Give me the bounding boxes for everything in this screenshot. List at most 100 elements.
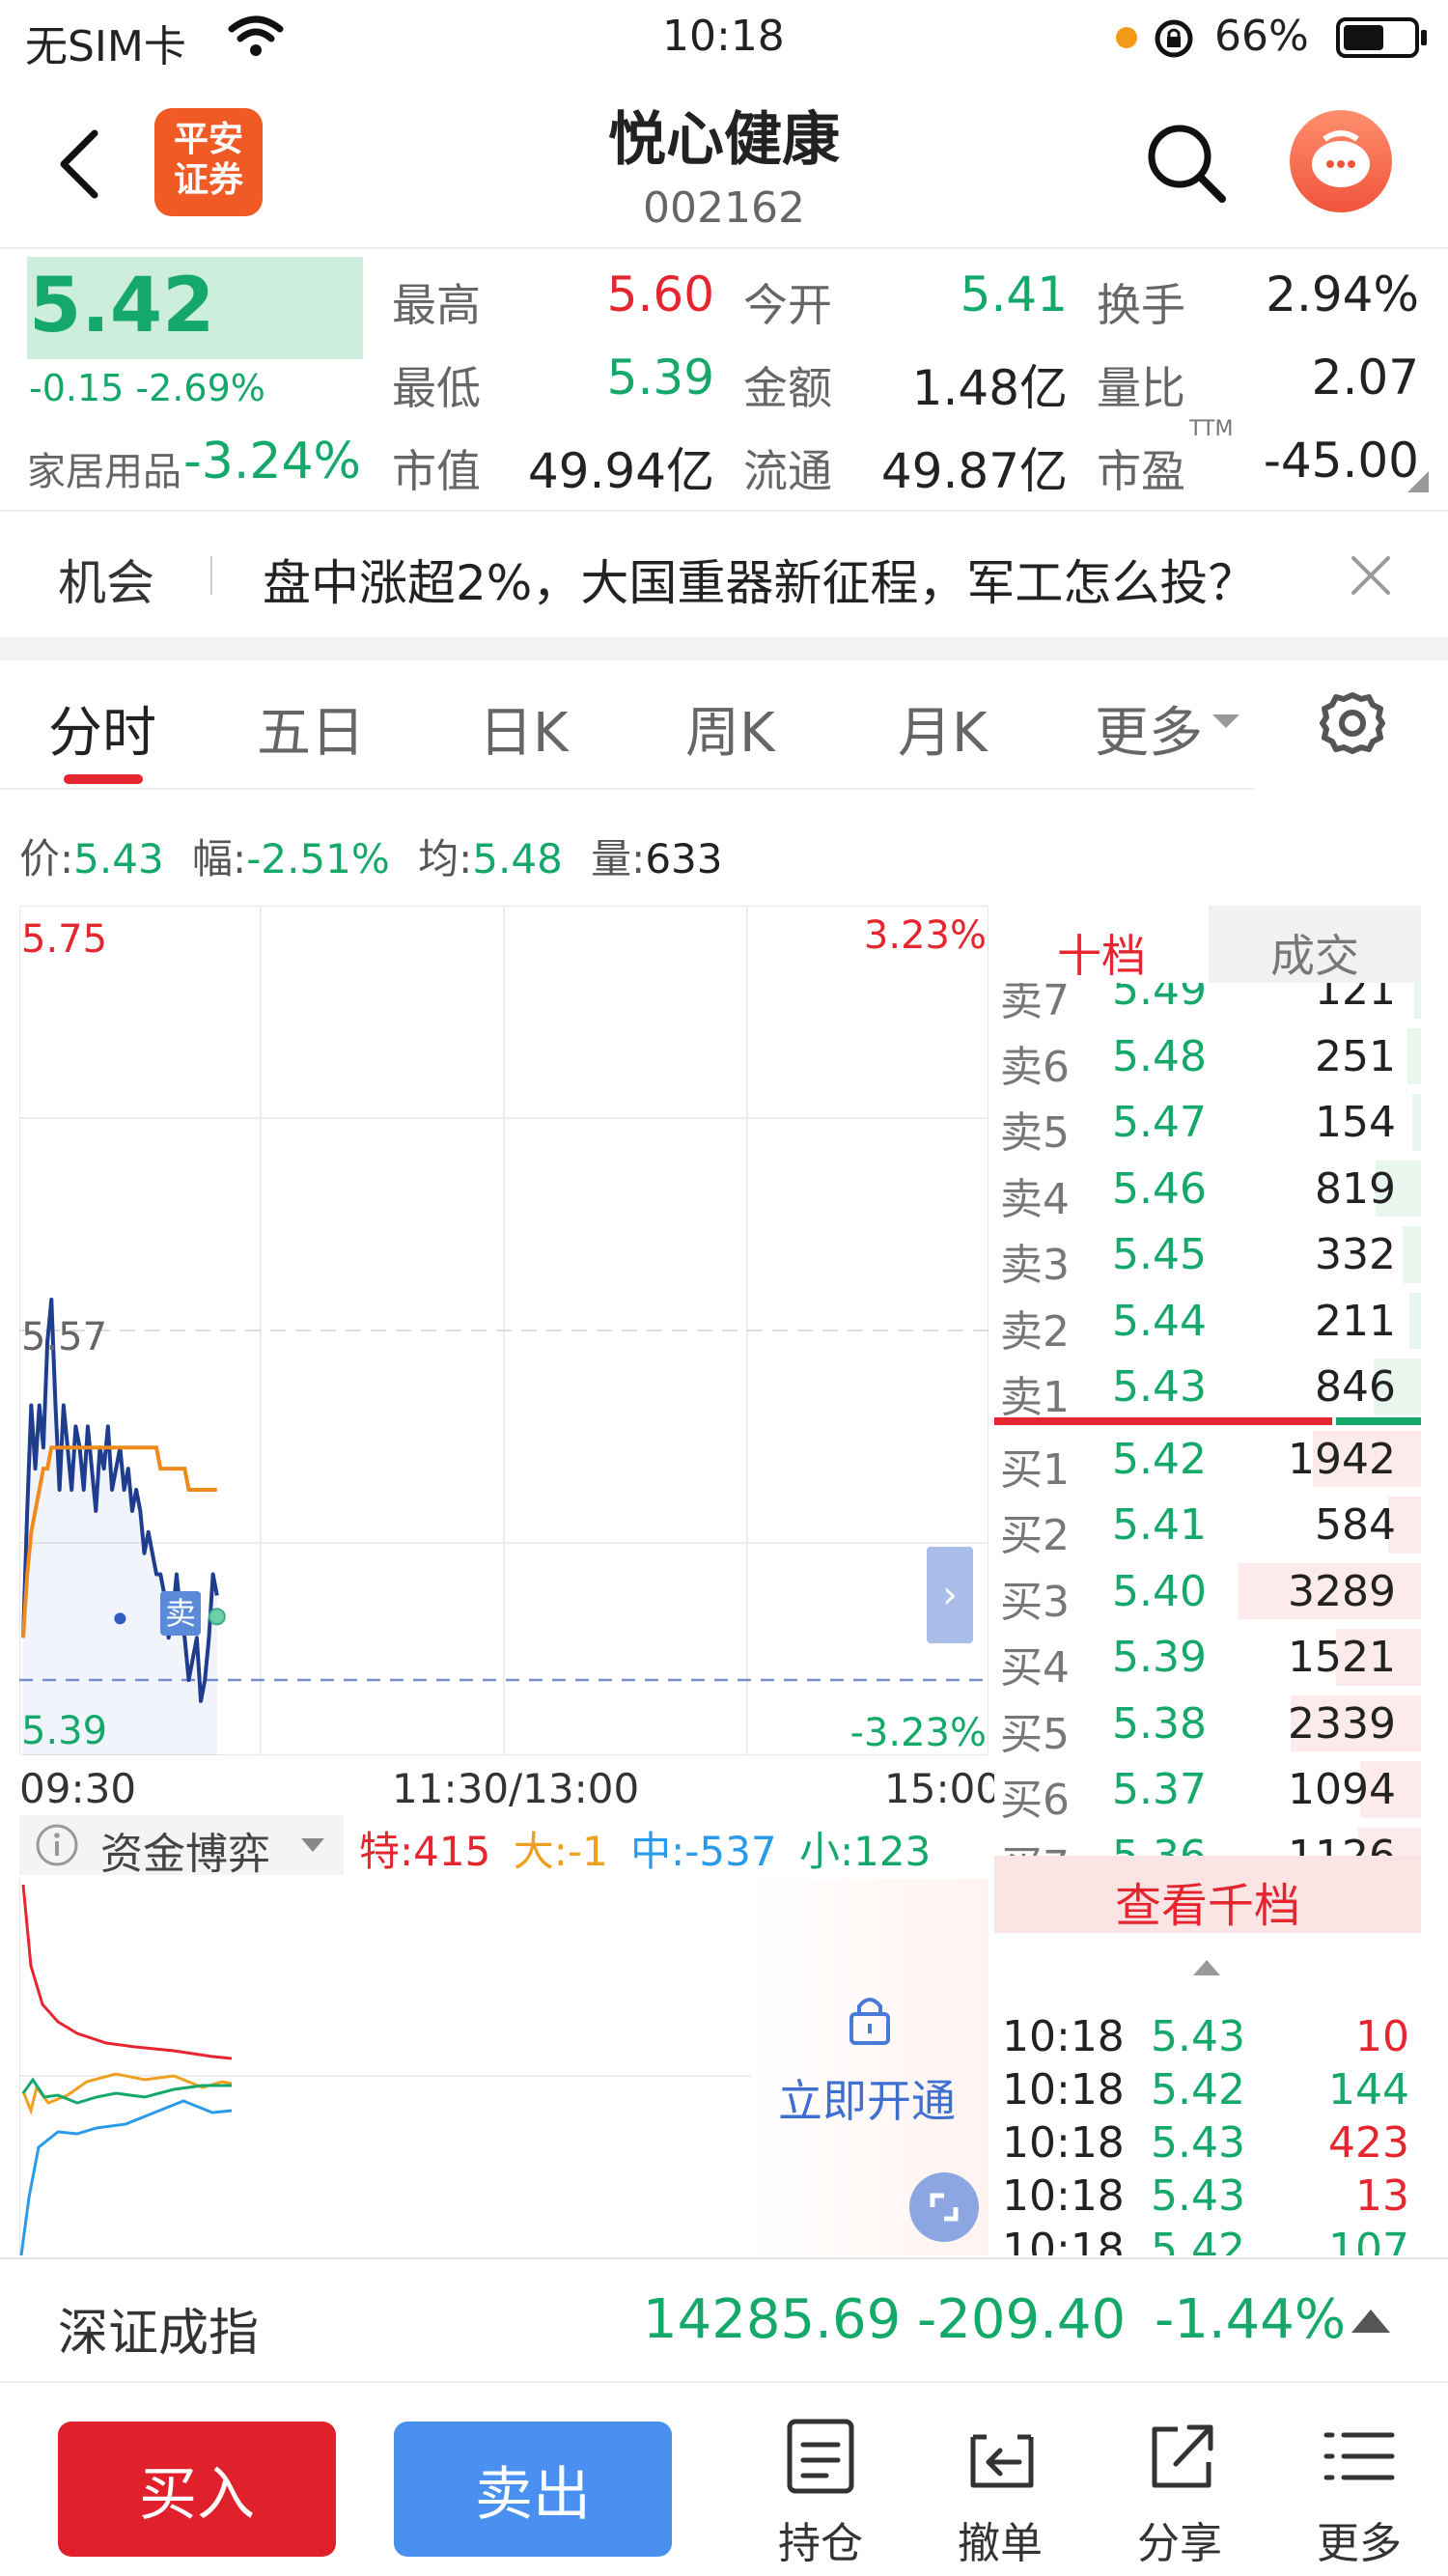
- share-label: 分享: [1137, 2519, 1222, 2568]
- tab-monthly-k[interactable]: 月K: [898, 689, 988, 768]
- ask-row[interactable]: 卖6 5.48 251: [994, 1022, 1421, 1092]
- tab-intraday[interactable]: 分时: [48, 689, 156, 768]
- expand-chevron-right-icon[interactable]: ›: [927, 1547, 973, 1643]
- broker-logo-line1: 平安: [173, 120, 243, 159]
- bid-row[interactable]: 买3 5.40 3289: [994, 1557, 1421, 1627]
- unlock-button[interactable]: 立即开通: [778, 2066, 956, 2130]
- tab-five-day[interactable]: 五日: [257, 689, 365, 768]
- crosshair-amp: -2.51%: [246, 835, 390, 882]
- bid-row[interactable]: 买6 5.37 1094: [994, 1755, 1421, 1825]
- chat-bot-icon: [1312, 130, 1370, 187]
- level-label: 卖2: [1000, 1306, 1070, 1357]
- ask-row[interactable]: 卖7 5.49 121: [994, 983, 1421, 1025]
- tick-volume: 10: [1355, 2012, 1409, 2061]
- index-value: 14285.69: [643, 2288, 902, 2351]
- assistant-avatar[interactable]: [1290, 110, 1392, 212]
- tick-volume: 423: [1328, 2118, 1409, 2168]
- level-price: 5.44: [1112, 1296, 1207, 1346]
- fund-xiao: 123: [853, 1828, 932, 1875]
- crosshair-amp-label: 幅:: [192, 835, 247, 882]
- order-book-rows: 卖7 5.49 121 卖6 5.48 251 卖5 5.47 154 卖4 5.46 819 卖3 5.…: [994, 983, 1421, 1862]
- fund-zhong: -537: [684, 1828, 777, 1875]
- fund-te: 415: [413, 1828, 491, 1875]
- ask-row[interactable]: 卖5 5.47 154: [994, 1088, 1421, 1158]
- crosshair-vol: 633: [645, 835, 723, 882]
- fund-te-label: 特:: [359, 1828, 414, 1875]
- news-tag: 机会: [58, 555, 154, 611]
- news-headline[interactable]: 盘中涨超2%，大国重器新征程，军工怎么投？: [263, 545, 1256, 614]
- level-label: 卖4: [1000, 1174, 1070, 1224]
- level-label: 买6: [1000, 1776, 1070, 1825]
- crosshair-price: 5.43: [73, 835, 164, 882]
- scroll-up-icon[interactable]: [1193, 1960, 1220, 1975]
- tab-trades[interactable]: 成交: [1209, 906, 1421, 983]
- back-icon[interactable]: [56, 127, 102, 201]
- y-mid-price: 5.57: [21, 1315, 108, 1359]
- ask-row[interactable]: 卖1 5.43 846: [994, 1353, 1421, 1422]
- more-button[interactable]: 更多: [1292, 2414, 1427, 2568]
- bid-row[interactable]: 买2 5.41 584: [994, 1491, 1421, 1560]
- open-value: 5.41: [960, 266, 1068, 322]
- share-button[interactable]: 分享: [1112, 2414, 1247, 2568]
- high-label: 最高: [392, 279, 481, 331]
- close-icon[interactable]: [1348, 552, 1394, 599]
- volume-bar: [1414, 983, 1421, 1019]
- fullscreen-button[interactable]: [909, 2172, 979, 2242]
- crosshair-price-label: 价:: [19, 835, 74, 882]
- buy-button[interactable]: 买入: [58, 2422, 336, 2557]
- search-icon[interactable]: [1145, 122, 1228, 205]
- level-volume: 2339: [1288, 1698, 1396, 1749]
- level-label: 卖6: [1000, 1042, 1070, 1092]
- bid-row[interactable]: 买5 5.38 2339: [994, 1690, 1421, 1759]
- level-volume: 1942: [1288, 1434, 1396, 1484]
- ask-row[interactable]: 卖2 5.44 211: [994, 1287, 1421, 1357]
- document-icon: [787, 2419, 854, 2494]
- industry-name[interactable]: 家居用品: [27, 440, 181, 496]
- sell-button[interactable]: 卖出: [394, 2422, 672, 2557]
- fund-label[interactable]: 资金博弈: [100, 1819, 270, 1881]
- positions-button[interactable]: 持仓: [753, 2414, 888, 2568]
- index-name[interactable]: 深证成指: [58, 2292, 259, 2365]
- open-label: 今开: [743, 279, 832, 331]
- volume-bar: [1412, 1094, 1421, 1151]
- view-depth-label: 查看千档: [1114, 1879, 1300, 1933]
- tab-more[interactable]: 更多: [1095, 689, 1203, 768]
- broker-logo[interactable]: 平安 证券: [154, 108, 263, 216]
- trade-point-dot: [114, 1612, 126, 1625]
- tab-ten-level[interactable]: 十档: [994, 906, 1209, 983]
- info-icon[interactable]: [35, 1823, 79, 1867]
- level-label: 卖3: [1000, 1241, 1070, 1290]
- level-label: 买5: [1000, 1709, 1070, 1759]
- tick-price: 5.43: [1151, 2012, 1245, 2061]
- list-menu-icon: [1323, 2432, 1395, 2480]
- view-depth-button[interactable]: 查看千档: [994, 1856, 1421, 1933]
- ask-row[interactable]: 卖3 5.45 332: [994, 1220, 1421, 1290]
- tab-active-indicator: [64, 774, 143, 784]
- low-label: 最低: [392, 362, 481, 414]
- trade-tick-row: 10:18 5.43 13: [994, 2168, 1421, 2221]
- tab-weekly-k[interactable]: 周K: [685, 689, 775, 768]
- positions-label: 持仓: [778, 2519, 863, 2568]
- level-price: 5.43: [1112, 1362, 1207, 1412]
- battery-percent: 66%: [1214, 12, 1309, 61]
- bid-row[interactable]: 买1 5.42 1942: [994, 1425, 1421, 1495]
- bid-row[interactable]: 买4 5.39 1521: [994, 1623, 1421, 1693]
- level-price: 5.42: [1112, 1434, 1207, 1484]
- stock-code: 002162: [643, 183, 805, 233]
- trade-tick-row: 10:18 5.42 107: [994, 2221, 1421, 2255]
- expand-corner-icon[interactable]: [1407, 471, 1429, 492]
- undo-order-icon: [970, 2434, 1034, 2488]
- cancel-order-button[interactable]: 撤单: [933, 2414, 1068, 2568]
- tick-time: 10:18: [1002, 2171, 1125, 2221]
- sell-marker[interactable]: 卖: [160, 1591, 201, 1636]
- level-volume: 584: [1315, 1500, 1396, 1550]
- expand-up-icon[interactable]: [1351, 2310, 1390, 2333]
- pe-label: 市盈: [1097, 445, 1185, 497]
- tab-trades-label: 成交: [1270, 930, 1359, 982]
- bid-ask-separator: [994, 1416, 1421, 1425]
- settings-gear-icon[interactable]: [1319, 689, 1386, 757]
- level-label: 买1: [1000, 1444, 1070, 1495]
- ask-row[interactable]: 卖4 5.46 819: [994, 1155, 1421, 1224]
- rotation-lock-icon: [1155, 19, 1193, 58]
- tab-daily-k[interactable]: 日K: [479, 689, 569, 768]
